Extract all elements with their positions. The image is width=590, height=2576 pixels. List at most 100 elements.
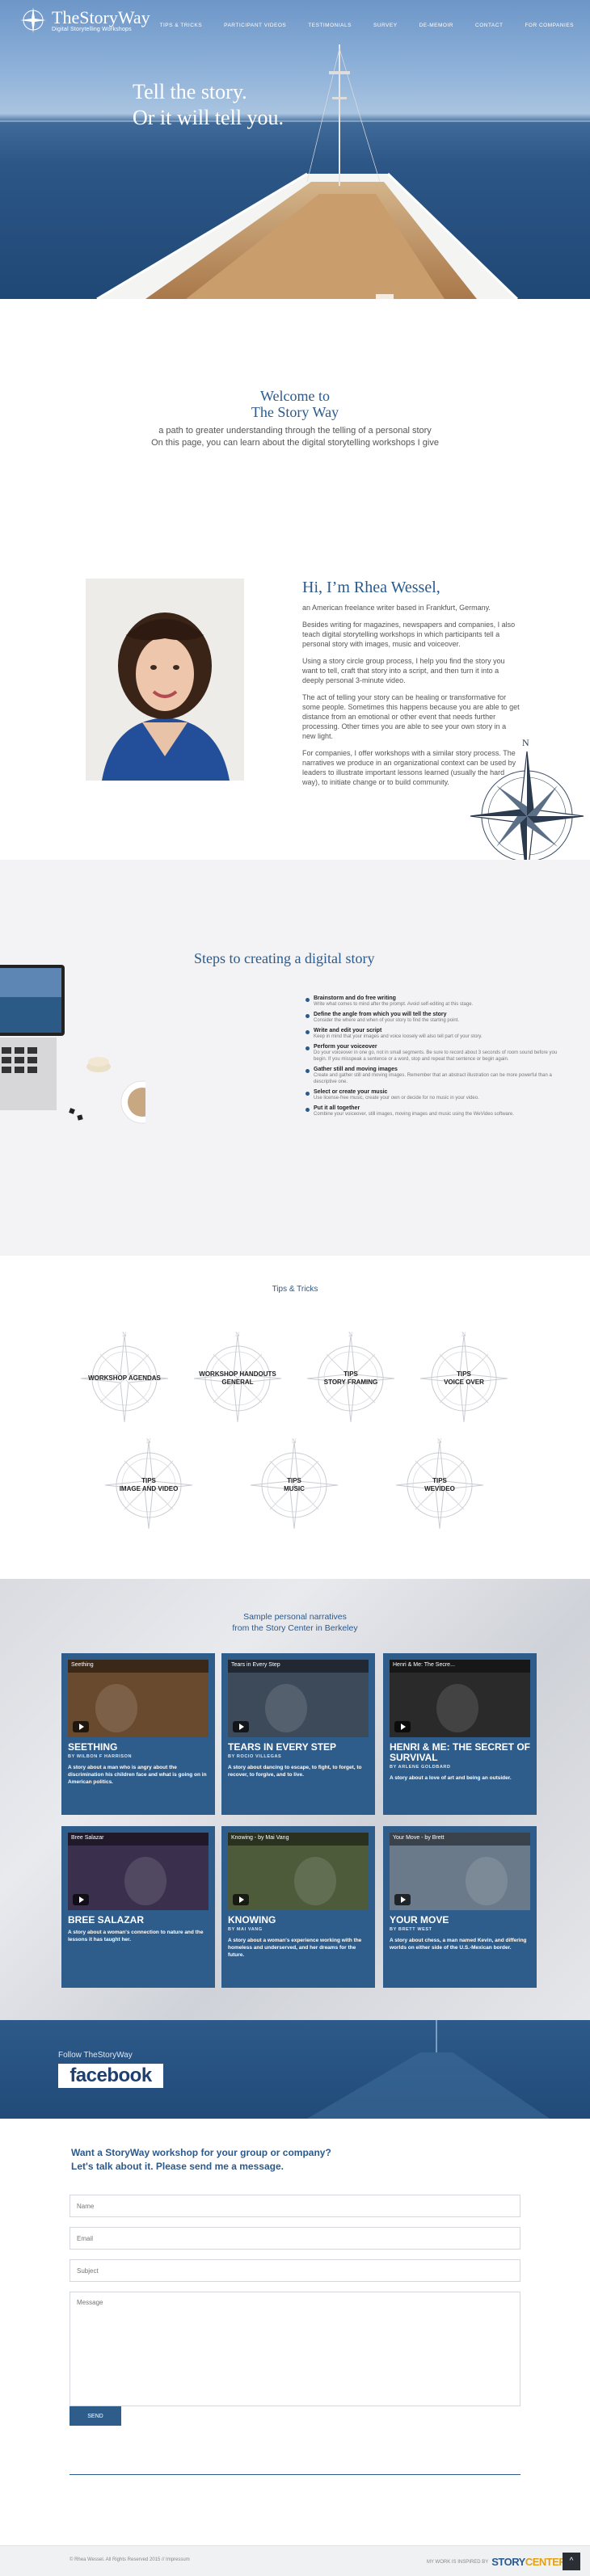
- tip-label-line-2: GENERAL: [221, 1378, 254, 1386]
- play-icon[interactable]: [73, 1721, 89, 1732]
- play-icon[interactable]: [394, 1894, 411, 1905]
- message-field[interactable]: [70, 2292, 520, 2406]
- tip-tile[interactable]: N TIPS WEVIDEO: [391, 1437, 488, 1534]
- step-title: Perform your voiceover: [314, 1044, 377, 1050]
- video-player[interactable]: Henri & Me: The Secre...: [390, 1660, 530, 1737]
- tip-label-line-1: TIPS: [457, 1370, 471, 1378]
- tip-label: WORKSHOP AGENDAS: [76, 1330, 173, 1427]
- story-card[interactable]: Your Move - by Brett YOUR MOVE BY BRETT WE…: [383, 1826, 537, 1988]
- story-card[interactable]: Seething SEETHING BY WILBON F HARRISON A st…: [61, 1653, 215, 1815]
- brand-tagline: Digital Storytelling Workshops: [52, 26, 132, 32]
- play-icon[interactable]: [233, 1894, 249, 1905]
- story-description: A story about a love of art and being an…: [390, 1775, 512, 1781]
- copyright-text[interactable]: © Rhea Wessel. All Rights Reserved 2015 …: [70, 2557, 190, 2562]
- video-player[interactable]: Seething: [68, 1660, 209, 1737]
- step-item: Define the angle from which you will tel…: [306, 1012, 564, 1024]
- step-desc: Create and gather still and moving image…: [314, 1073, 552, 1084]
- tip-label-line-1: WORKSHOP HANDOUTS: [199, 1370, 276, 1378]
- story-description: A story about a woman's connection to na…: [68, 1930, 204, 1943]
- step-desc: Keep in mind that your images and voice …: [314, 1034, 483, 1039]
- story-description: A story about chess, a man named Kevin, …: [390, 1938, 527, 1951]
- contact-form-section: Want a StoryWay workshop for your group …: [0, 2119, 590, 2474]
- tip-label-line-2: STORY FRAMING: [323, 1378, 378, 1386]
- about-paragraph-3: Using a story circle group process, I he…: [302, 657, 505, 684]
- nav-participant-videos[interactable]: PARTICIPANT VIDEOS: [224, 23, 286, 28]
- video-title: Tears in Every Step: [231, 1662, 280, 1668]
- tip-tile[interactable]: N WORKSHOP AGENDAS: [76, 1330, 173, 1427]
- story-title: YOUR MOVE: [390, 1914, 449, 1926]
- name-field[interactable]: [70, 2195, 520, 2217]
- video-player[interactable]: Tears in Every Step: [228, 1660, 369, 1737]
- form-heading: Want a StoryWay workshop for your group …: [71, 2146, 331, 2174]
- facebook-section: Follow TheStoryWay facebook: [0, 2020, 590, 2119]
- site-footer: © Rhea Wessel. All Rights Reserved 2015 …: [0, 2545, 590, 2576]
- story-center-logo-center: CENTER: [525, 2556, 567, 2568]
- tip-tile[interactable]: N TIPS IMAGE AND VIDEO: [100, 1437, 197, 1534]
- about-paragraph-4: The act of telling your story can be hea…: [302, 693, 520, 740]
- story-title: TEARS IN EVERY STEP: [228, 1741, 337, 1753]
- video-title: Henri & Me: The Secre...: [393, 1662, 455, 1668]
- subject-field[interactable]: [70, 2259, 520, 2282]
- video-player[interactable]: Your Move - by Brett: [390, 1833, 530, 1910]
- form-heading-line-2: Let's talk about it. Please send me a me…: [71, 2161, 284, 2172]
- step-item: Brainstorm and do free writing Write what…: [306, 995, 564, 1008]
- scroll-to-top-button[interactable]: ^: [563, 2553, 580, 2570]
- narratives-title-line-1: Sample personal narratives: [243, 1612, 347, 1622]
- tip-tile[interactable]: N WORKSHOP HANDOUTS GENERAL: [189, 1330, 286, 1427]
- story-description: A story about a man who is angry about t…: [68, 1765, 207, 1785]
- send-button[interactable]: SEND: [70, 2406, 121, 2426]
- video-player[interactable]: Bree Salazar: [68, 1833, 209, 1910]
- video-player[interactable]: Knowing - by Mai Vang: [228, 1833, 369, 1910]
- story-title: KNOWING: [228, 1914, 276, 1926]
- story-card[interactable]: Henri & Me: The Secre... HENRI & ME: THE …: [383, 1653, 537, 1815]
- tip-label-line-1: TIPS: [287, 1477, 301, 1484]
- tip-tile[interactable]: N TIPS VOICE OVER: [415, 1330, 512, 1427]
- video-title: Knowing - by Mai Vang: [231, 1835, 289, 1841]
- email-field[interactable]: [70, 2227, 520, 2250]
- welcome-sub-1: a path to greater understanding through …: [158, 426, 432, 436]
- nav-for-companies[interactable]: FOR COMPANIES: [525, 23, 574, 28]
- story-card[interactable]: Tears in Every Step TEARS IN EVERY STEP BY…: [221, 1653, 375, 1815]
- tip-tile[interactable]: N TIPS STORY FRAMING: [302, 1330, 399, 1427]
- story-title: BREE SALAZAR: [68, 1914, 145, 1926]
- video-thumbnail: [68, 1660, 209, 1737]
- facebook-logo-link[interactable]: facebook: [58, 2064, 163, 2088]
- site-logo[interactable]: TheStoryWay Digital Storytelling Worksho…: [19, 6, 150, 34]
- step-title: Write and edit your script: [314, 1028, 382, 1033]
- step-title: Put it all together: [314, 1105, 360, 1111]
- welcome-section: Welcome to The Story Way a path to great…: [0, 388, 590, 449]
- steps-list: Brainstorm and do free writing Write what…: [306, 995, 564, 1122]
- story-center-logo[interactable]: STORYCENTER: [491, 2556, 567, 2568]
- slider-indicator[interactable]: [376, 294, 394, 299]
- nav-tips-tricks[interactable]: TIPS & TRICKS: [159, 23, 202, 28]
- nav-de-memoir[interactable]: DE-MEMOIR: [419, 23, 453, 28]
- narratives-section: Sample personal narratives from the Stor…: [0, 1579, 590, 2020]
- tip-label-line-2: MUSIC: [284, 1485, 305, 1492]
- tip-label: TIPS WEVIDEO: [391, 1437, 488, 1534]
- video-thumbnail: [390, 1660, 530, 1737]
- nav-survey[interactable]: SURVEY: [373, 23, 398, 28]
- step-title: Gather still and moving images: [314, 1067, 398, 1072]
- story-center-logo-story: STORY: [491, 2556, 525, 2568]
- compass-logo-icon: [20, 7, 46, 33]
- story-description: A story about dancing to escape, to figh…: [228, 1765, 362, 1778]
- tip-label-line-2: VOICE OVER: [444, 1378, 484, 1386]
- tip-label: WORKSHOP HANDOUTS GENERAL: [189, 1330, 286, 1427]
- step-item: Gather still and moving images Create and…: [306, 1067, 564, 1085]
- hero-banner: TheStoryWay Digital Storytelling Worksho…: [0, 0, 590, 299]
- about-heading: Hi, I’m Rhea Wessel,: [302, 579, 440, 596]
- nav-contact[interactable]: CONTACT: [475, 23, 503, 28]
- footer-divider: [70, 2474, 520, 2475]
- story-card[interactable]: Bree Salazar BREE SALAZAR A story about a …: [61, 1826, 215, 1988]
- story-card[interactable]: Knowing - by Mai Vang KNOWING BY MAI VANG A…: [221, 1826, 375, 1988]
- step-desc: Use license-free music, create your own …: [314, 1096, 479, 1101]
- tip-label-line-2: IMAGE AND VIDEO: [119, 1485, 179, 1492]
- tip-label: TIPS STORY FRAMING: [302, 1330, 399, 1427]
- play-icon[interactable]: [233, 1721, 249, 1732]
- play-icon[interactable]: [73, 1894, 89, 1905]
- play-icon[interactable]: [394, 1721, 411, 1732]
- nav-testimonials[interactable]: TESTIMONIALS: [308, 23, 352, 28]
- welcome-subtitle: a path to greater understanding through …: [0, 425, 590, 449]
- tip-tile[interactable]: N TIPS MUSIC: [246, 1437, 343, 1534]
- inspired-by-label: MY WORK IS INSPIRED BY: [427, 2559, 489, 2565]
